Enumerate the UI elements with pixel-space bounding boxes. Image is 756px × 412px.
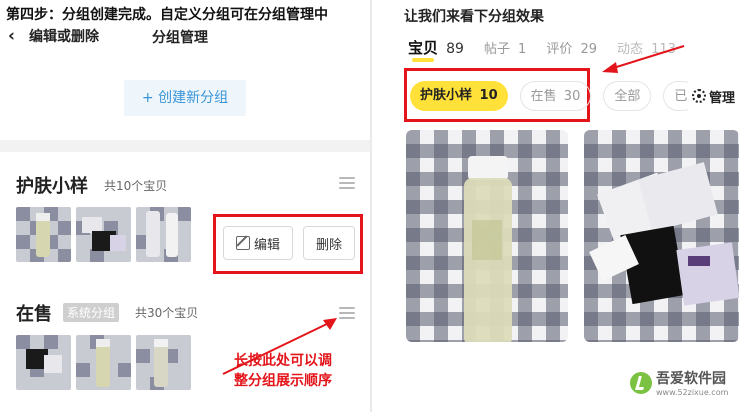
watermark-site: www.52zixue.com [656, 388, 729, 397]
pill-group-all[interactable]: 全部 [603, 81, 652, 111]
product-photo[interactable] [584, 130, 739, 342]
product-photo[interactable] [406, 130, 568, 342]
tab-label: 帖子 [483, 42, 510, 57]
annotation-line: 长按此处可以调 [234, 353, 332, 369]
system-group-badge: 系统分组 [63, 303, 120, 322]
pill-label: 已 [674, 89, 688, 104]
annotation-arrow-icon [602, 45, 685, 73]
tab-count: 29 [580, 42, 597, 57]
pill-label: 护肤小样 [420, 88, 473, 103]
left-panel: 第四步：分组创建完成。自定义分组可在分组管理中 ‹ 编辑或删除 分组管理 + 创… [0, 0, 370, 412]
group-filter-bar: 护肤小样 10 在售 30 全部 已 [410, 81, 717, 111]
brand-logo-icon [630, 371, 652, 394]
section-divider [0, 140, 370, 152]
annotation-line: 整分组展示顺序 [234, 373, 332, 389]
delete-button[interactable]: 删除 [303, 226, 355, 260]
group-name: 在售 [16, 304, 52, 325]
tab-posts[interactable]: 帖子 1 [484, 38, 526, 57]
watermark-brand: 吾爱软件园 [656, 371, 726, 387]
manage-button[interactable]: 管理 [688, 81, 756, 111]
manage-label: 管理 [709, 90, 736, 106]
section-title: 让我们来看下分组效果 [404, 9, 544, 25]
product-thumbnail [76, 207, 131, 262]
group-count: 共30个宝贝 [135, 306, 199, 320]
create-group-button[interactable]: + 创建新分组 [124, 80, 246, 116]
annotation-text: 长按此处可以调 整分组展示顺序 [234, 351, 332, 391]
delete-button-label: 删除 [315, 237, 342, 253]
product-thumbnail [76, 335, 131, 390]
tab-label: 评价 [546, 42, 573, 57]
tab-count: 89 [446, 41, 464, 57]
nav-back[interactable]: ‹ 编辑或删除 [8, 26, 99, 46]
tab-reviews[interactable]: 评价 29 [546, 38, 597, 57]
back-chevron-icon[interactable]: ‹ [8, 26, 15, 46]
product-thumbnail [136, 207, 191, 262]
pill-count: 30 [563, 89, 581, 104]
edit-icon [235, 235, 250, 250]
tab-count: 1 [518, 42, 527, 57]
tab-items[interactable]: 宝贝 89 [408, 37, 464, 62]
edit-button-label: 编辑 [253, 237, 280, 253]
active-tab-indicator [412, 58, 434, 62]
pill-count: 10 [479, 88, 498, 103]
page-title: 分组管理 [152, 30, 208, 46]
product-thumbnail [16, 207, 71, 262]
toner-bottle-image [464, 156, 512, 342]
product-thumbnail [136, 335, 191, 390]
pill-group-skincare[interactable]: 护肤小样 10 [410, 81, 508, 111]
group-count: 共10个宝贝 [104, 179, 168, 193]
gear-icon [692, 89, 706, 103]
right-panel: 让我们来看下分组效果 宝贝 89 帖子 1 评价 29 动态 113 护肤小样 … [372, 0, 756, 412]
nav-back-label: 编辑或删除 [29, 29, 100, 45]
edit-button[interactable]: 编辑 [223, 226, 293, 260]
group-name: 护肤小样 [16, 176, 88, 197]
watermark: 吾爱软件园 www.52zixue.com [630, 368, 728, 397]
step-title: 第四步：分组创建完成。自定义分组可在分组管理中 [6, 7, 328, 23]
pill-label: 在售 [530, 89, 557, 104]
pill-group-onsale[interactable]: 在售 30 [519, 81, 592, 111]
sample-packs-image [589, 162, 739, 306]
drag-handle-icon[interactable] [339, 177, 355, 189]
product-thumbnail [16, 335, 71, 390]
pill-label: 全部 [614, 89, 641, 104]
tab-label: 宝贝 [408, 39, 439, 57]
